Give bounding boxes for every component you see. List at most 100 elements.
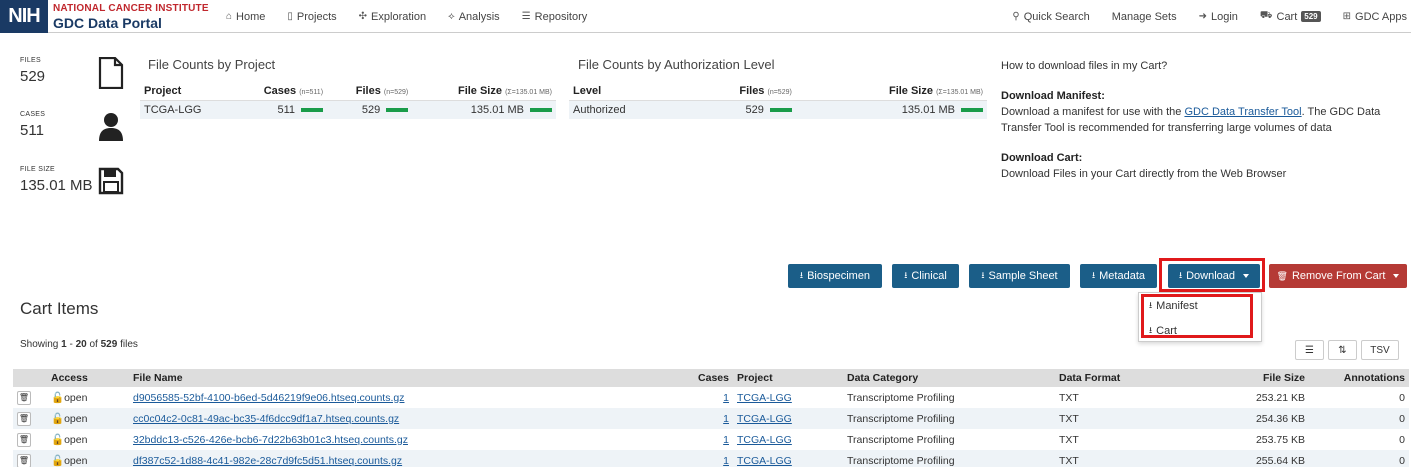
file-name-link[interactable]: cc0c04c2-0c81-49ac-bc35-4f6dcc9df1a7.hts… — [133, 413, 399, 425]
data-format-cell: TXT — [1055, 387, 1175, 408]
col-file-size[interactable]: File Size — [1175, 369, 1309, 387]
col-data-category[interactable]: Data Category — [843, 369, 1055, 387]
project-link[interactable]: TCGA-LGG — [737, 455, 792, 467]
cart-count-badge: 529 — [1301, 11, 1321, 22]
download-icon: ⭳ — [799, 270, 804, 280]
auth-counts-row: Authorized 529 135.01 MB — [569, 100, 987, 119]
sort-icon: ⇅ — [1338, 344, 1347, 356]
metadata-button[interactable]: ⭳ Metadata — [1080, 264, 1157, 288]
data-transfer-tool-link[interactable]: GDC Data Transfer Tool — [1184, 106, 1301, 118]
user-icon — [99, 113, 123, 141]
biospecimen-button[interactable]: ⭳ Biospecimen — [788, 264, 882, 288]
nav-manage-sets-label: Manage Sets — [1111, 10, 1177, 23]
nav-quick-search-label: Quick Search — [1023, 10, 1090, 23]
nav-repository-label: Repository — [534, 10, 588, 23]
nih-logo[interactable]: NIH — [0, 0, 48, 33]
project-link[interactable]: TCGA-LGG — [737, 392, 792, 404]
caret-down-icon — [1393, 274, 1400, 278]
cases-link[interactable]: 1 — [723, 392, 729, 404]
file-size-stat-value: 135.01 MB — [20, 177, 93, 194]
nav-projects[interactable]: ▯ Projects — [287, 11, 336, 23]
col-data-format[interactable]: Data Format — [1055, 369, 1175, 387]
cases-link[interactable]: 1 — [723, 434, 729, 446]
exploration-icon: ✣ — [358, 11, 368, 22]
col-cases[interactable]: Cases — [669, 369, 733, 387]
nav-quick-search[interactable]: ⚲ Quick Search — [1012, 11, 1089, 23]
file-name-link[interactable]: d9056585-52bf-4100-b6ed-5d46219f9e06.hts… — [133, 392, 404, 404]
cases-link[interactable]: 1 — [723, 455, 729, 467]
table-row: 🗑 🔓open df387c52-1d88-4c41-982e-28c7d9fc… — [13, 450, 1409, 467]
access-cell: 🔓open — [47, 450, 129, 467]
sort-button[interactable]: ⇅ — [1328, 340, 1357, 360]
column-toggle-button[interactable]: ☰ — [1295, 340, 1324, 360]
nav-manage-sets[interactable]: Manage Sets — [1112, 11, 1177, 23]
trash-icon[interactable]: 🗑 — [17, 453, 31, 467]
remove-from-cart-button[interactable]: 🗑 Remove From Cart — [1269, 264, 1407, 288]
table-row: 🗑 🔓open 32bddc13-c526-426e-bcb6-7d22b63b… — [13, 429, 1409, 450]
files-stat: FILES 529 — [20, 57, 45, 85]
unlock-icon: 🔓 — [51, 392, 65, 404]
data-format-cell: TXT — [1055, 408, 1175, 429]
project-counts-row: TCGA-LGG 511 529 135.01 MB — [140, 100, 556, 119]
nav-exploration[interactable]: ✣ Exploration — [359, 11, 426, 23]
file-name-link[interactable]: df387c52-1d88-4c41-982e-28c7d9fc5d51.hts… — [133, 455, 402, 467]
gdc-logo-text[interactable]: NATIONAL CANCER INSTITUTE GDC Data Porta… — [53, 3, 209, 31]
nav-gdc-apps[interactable]: ⊞ GDC Apps — [1343, 11, 1407, 23]
auth-size-bar — [961, 108, 983, 113]
project-cases: 511 — [232, 100, 328, 119]
nav-analysis[interactable]: ⟡ Analysis — [448, 11, 500, 23]
col-project[interactable]: Project — [733, 369, 843, 387]
repository-icon: ☰ — [521, 11, 531, 22]
data-category-cell: Transcriptome Profiling — [843, 408, 1055, 429]
auth-files-col-header: Files (n=529) — [682, 82, 796, 101]
help-cart: Download Cart: Download Files in your Ca… — [1001, 152, 1287, 180]
home-icon: ⌂ — [226, 11, 233, 22]
files-bar — [386, 108, 409, 113]
top-navbar: NIH NATIONAL CANCER INSTITUTE GDC Data P… — [0, 0, 1411, 33]
clinical-button[interactable]: ⭳ Clinical — [892, 264, 959, 288]
cases-bar — [301, 108, 324, 113]
nav-home-label: Home — [236, 10, 266, 23]
list-icon: ☰ — [1305, 344, 1314, 356]
project-link[interactable]: TCGA-LGG — [737, 434, 792, 446]
size-col-header: File Size (Σ=135.01 MB) — [412, 82, 556, 101]
col-access[interactable]: Access — [47, 369, 129, 387]
nav-repository[interactable]: ☰ Repository — [522, 11, 588, 23]
file-size-stat: FILE SIZE 135.01 MB — [20, 166, 93, 194]
sample-sheet-button[interactable]: ⭳ Sample Sheet — [969, 264, 1070, 288]
access-cell: 🔓open — [47, 408, 129, 429]
project-link[interactable]: TCGA-LGG — [737, 413, 792, 425]
access-cell: 🔓open — [47, 387, 129, 408]
nav-home[interactable]: ⌂ Home — [226, 11, 265, 23]
annotations-cell: 0 — [1309, 450, 1409, 467]
logo-portal-name: GDC Data Portal — [53, 15, 162, 31]
nav-login[interactable]: ➜ Login — [1199, 11, 1238, 23]
trash-icon[interactable]: 🗑 — [17, 432, 31, 447]
cases-link[interactable]: 1 — [723, 413, 729, 425]
file-size-cell: 255.64 KB — [1175, 450, 1309, 467]
tsv-export-button[interactable]: TSV — [1361, 340, 1399, 360]
nav-cart[interactable]: ⛟ Cart 529 — [1260, 10, 1321, 23]
file-size-cell: 253.21 KB — [1175, 387, 1309, 408]
help-manifest-title: Download Manifest: — [1001, 90, 1105, 102]
nav-analysis-label: Analysis — [458, 10, 500, 23]
cases-col-header: Cases (n=511) — [232, 82, 328, 101]
user-nav: ⚲ Quick Search Manage Sets ➜ Login ⛟ Car… — [990, 0, 1407, 33]
table-row: 🗑 🔓open cc0c04c2-0c81-49ac-bc35-4f6dcc9d… — [13, 408, 1409, 429]
trash-icon: 🗑 — [1276, 270, 1288, 281]
analysis-icon: ⟡ — [448, 11, 455, 22]
file-name-link[interactable]: 32bddc13-c526-426e-bcb6-7d22b63b01c3.hts… — [133, 434, 408, 446]
unlock-icon: 🔓 — [51, 434, 65, 446]
apps-icon: ⊞ — [1342, 11, 1352, 22]
files-stat-value: 529 — [20, 68, 46, 85]
trash-icon[interactable]: 🗑 — [17, 390, 31, 405]
col-file-name[interactable]: File Name — [129, 369, 669, 387]
project-name[interactable]: TCGA-LGG — [140, 100, 233, 119]
project-counts-title: File Counts by Project — [148, 57, 276, 72]
trash-icon[interactable]: 🗑 — [17, 411, 31, 426]
col-annotations[interactable]: Annotations — [1309, 369, 1409, 387]
logo-institute: NATIONAL CANCER INSTITUTE — [53, 3, 209, 14]
cart-items-title: Cart Items — [20, 299, 99, 318]
project-files: 529 — [327, 100, 413, 119]
level-col-header: Level — [569, 82, 683, 101]
